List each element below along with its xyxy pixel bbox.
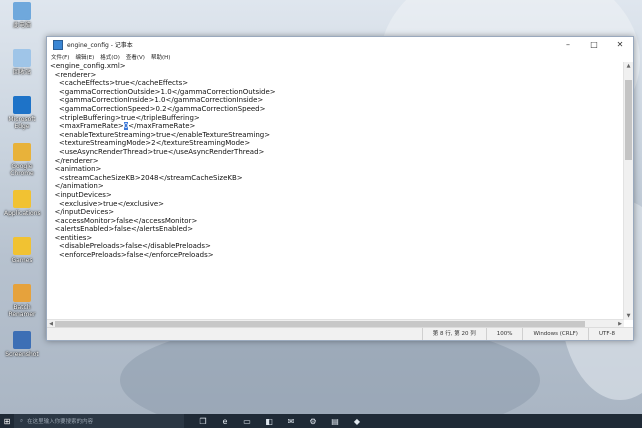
editor-line: <textureStreamingMode>2</textureStreamin… — [50, 139, 251, 148]
desktop-shortcut-label: 此电脑 — [12, 22, 31, 29]
editor-line: <useAsyncRenderThread>true</useAsyncRend… — [50, 147, 265, 156]
folder-icon — [13, 190, 31, 208]
desktop-shortcut[interactable]: 此电脑 — [4, 2, 40, 29]
editor-line: <accessMonitor>false</accessMonitor> — [50, 216, 198, 225]
notepad-icon[interactable]: ▤ — [328, 414, 342, 428]
close-button[interactable]: ✕ — [607, 37, 633, 52]
editor-line: </animation> — [50, 182, 104, 191]
cursor-position: 第 8 行, 第 20 列 — [421, 328, 486, 340]
taskbar: ⊞ ⌕ 在这里输入你要搜索的内容 ❐ e ▭ ◧ ✉ ⚙ ▤ ◆ — [0, 414, 642, 428]
menu-file[interactable]: 文件(F) — [51, 53, 69, 61]
minimize-button[interactable]: – — [555, 37, 581, 52]
search-icon: ⌕ — [20, 417, 24, 424]
start-button[interactable]: ⊞ — [0, 414, 14, 428]
file-explorer-icon[interactable]: ▭ — [240, 414, 254, 428]
edge-icon[interactable]: e — [218, 414, 232, 428]
desktop-shortcut-label: 回收站 — [12, 69, 31, 76]
line-text-before-cursor: <maxFrameRate> — [50, 122, 124, 131]
taskbar-search[interactable]: ⌕ 在这里输入你要搜索的内容 — [14, 414, 184, 428]
desktop-shortcut[interactable]: Microsoft Edge — [4, 96, 40, 130]
zoom-level: 100% — [485, 328, 523, 340]
settings-icon[interactable]: ⚙ — [306, 414, 320, 428]
editor-line: <tripleBuffering>true</tripleBuffering> — [50, 113, 200, 122]
desktop-shortcut-label: Batch Renamer — [8, 304, 36, 318]
maximize-button[interactable]: □ — [581, 37, 607, 52]
desktop-shortcut[interactable]: Applications — [4, 190, 41, 217]
editor-line: <enableTextureStreaming>true</enableText… — [50, 130, 271, 139]
computer-icon — [13, 2, 31, 20]
scroll-down-icon[interactable]: ▼ — [624, 312, 633, 320]
taskbar-apps: ❐ e ▭ ◧ ✉ ⚙ ▤ ◆ — [196, 414, 372, 428]
desktop-shortcut[interactable]: Google Chrome — [4, 143, 40, 177]
editor-line: <alertsEnabled>false</alertsEnabled> — [50, 225, 194, 234]
vertical-scrollbar[interactable]: ▲ ▼ — [623, 62, 633, 320]
status-bar: 第 8 行, 第 20 列 100% Windows (CRLF) UTF-8 — [47, 327, 633, 340]
editor-line: <inputDevices> — [50, 190, 112, 199]
editor-line-current: <maxFrameRate>0</maxFrameRate> — [50, 122, 624, 131]
text-editor[interactable]: <engine_config.xml> <renderer> <cacheEff… — [47, 62, 624, 320]
mail-icon[interactable]: ✉ — [284, 414, 298, 428]
editor-line: <animation> — [50, 165, 102, 174]
line-text-after-cursor: </maxFrameRate> — [128, 122, 196, 131]
desktop-shortcut[interactable]: 回收站 — [4, 49, 40, 76]
search-placeholder: 在这里输入你要搜索的内容 — [27, 419, 94, 425]
encoding: UTF-8 — [587, 328, 633, 340]
desktop-shortcut-label: Applications — [4, 210, 41, 217]
editor-line: <cacheEffects>true</cacheEffects> — [50, 79, 189, 88]
editor-line: <gammaCorrectionOutside>1.0</gammaCorrec… — [50, 87, 276, 96]
notepad-window[interactable]: engine_config - 记事本 – □ ✕ 文件(F) 编辑(E) 格式… — [46, 36, 634, 341]
chrome-icon — [13, 143, 31, 161]
store-icon[interactable]: ◧ — [262, 414, 276, 428]
menu-edit[interactable]: 编辑(E) — [75, 53, 94, 61]
menu-bar: 文件(F) 编辑(E) 格式(O) 查看(V) 帮助(H) — [47, 52, 633, 62]
editor-line: <gammaCorrectionInside>1.0</gammaCorrect… — [50, 96, 264, 105]
folder-icon — [13, 237, 31, 255]
scroll-up-icon[interactable]: ▲ — [624, 62, 633, 70]
editor-line: <exclusive>true</exclusive> — [50, 199, 165, 208]
desktop-shortcut-label: Screenshot — [5, 351, 39, 358]
task-view-icon[interactable]: ❐ — [196, 414, 210, 428]
editor-line: <streamCacheSizeKB>2048</streamCacheSize… — [50, 173, 243, 182]
editor-line: </inputDevices> — [50, 208, 115, 217]
editor-line: <engine_config.xml> — [50, 62, 126, 70]
desktop-shortcut-label: Google Chrome — [10, 163, 34, 177]
desktop-shortcut[interactable]: Batch Renamer — [4, 284, 40, 318]
editor-line: <entities> — [50, 233, 93, 242]
window-title: engine_config - 记事本 — [67, 42, 133, 49]
screenshot-icon — [13, 331, 31, 349]
desktop-shortcut-label: Games — [11, 257, 33, 264]
folder-icon — [13, 284, 31, 302]
menu-view[interactable]: 查看(V) — [126, 53, 145, 61]
editor-line: <gammaCorrectionSpeed>0.2</gammaCorrecti… — [50, 104, 266, 113]
notepad-icon — [53, 39, 63, 50]
desktop-shortcut[interactable]: Games — [4, 237, 40, 264]
recycle-bin-icon — [13, 49, 31, 67]
vertical-scroll-thumb[interactable] — [625, 80, 632, 160]
app-icon[interactable]: ◆ — [350, 414, 364, 428]
editor-line: </renderer> — [50, 156, 99, 165]
menu-help[interactable]: 帮助(H) — [151, 53, 170, 61]
menu-format[interactable]: 格式(O) — [100, 53, 120, 61]
desktop-shortcut-label: Microsoft Edge — [8, 116, 36, 130]
desktop-shortcut[interactable]: Screenshot — [4, 331, 40, 358]
editor-line: <disablePreloads>false</disablePreloads> — [50, 242, 211, 251]
title-bar[interactable]: engine_config - 记事本 – □ ✕ — [47, 37, 633, 52]
edge-icon — [13, 96, 31, 114]
editor-line: <enforcePreloads>false</enforcePreloads> — [50, 251, 214, 260]
line-ending: Windows (CRLF) — [522, 328, 587, 340]
editor-line: <renderer> — [50, 70, 97, 79]
